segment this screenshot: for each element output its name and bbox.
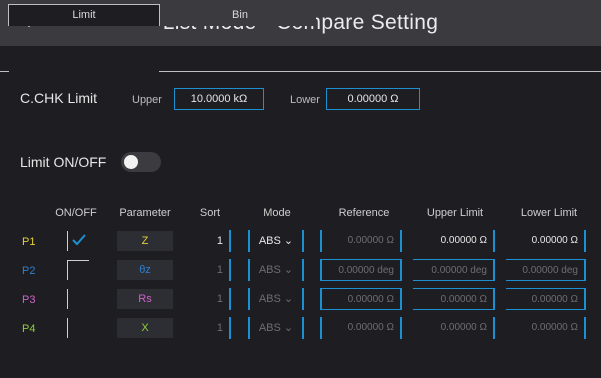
- limit-onoff-label: Limit ON/OFF: [20, 154, 107, 170]
- cchk-lower-label: Lower: [290, 94, 320, 106]
- row-parameter[interactable]: X: [117, 318, 173, 338]
- row-reference[interactable]: 0.00000 Ω: [320, 230, 402, 252]
- tab-limit[interactable]: Limit: [8, 4, 160, 26]
- row-lower-limit[interactable]: 0.00000 Ω: [506, 317, 586, 339]
- cchk-lower-field[interactable]: 0.00000 Ω: [326, 88, 420, 110]
- chevron-down-icon: ⌄: [283, 322, 294, 334]
- row-parameter[interactable]: Rs: [117, 289, 173, 309]
- row-mode-select[interactable]: ABS ⌄: [248, 317, 304, 339]
- row-upper-limit[interactable]: 0.00000 Ω: [413, 317, 495, 339]
- header-reference: Reference: [338, 207, 390, 219]
- row-sort[interactable]: 1: [187, 288, 231, 310]
- row-mode-select[interactable]: ABS ⌄: [248, 259, 304, 281]
- row-reference[interactable]: 0.00000 deg: [320, 259, 402, 281]
- row-onoff-checkbox[interactable]: [67, 318, 89, 338]
- row-mode-value: ABS: [258, 235, 281, 247]
- row-mode-select[interactable]: ABS ⌄: [248, 230, 304, 252]
- chevron-down-icon: ⌄: [283, 264, 294, 276]
- limit-onoff-toggle[interactable]: [121, 152, 161, 172]
- row-upper-limit[interactable]: 0.00000 Ω: [413, 230, 495, 252]
- row-mode-select[interactable]: ABS ⌄: [248, 288, 304, 310]
- header-mode: Mode: [263, 207, 291, 219]
- chevron-down-icon: ⌄: [283, 235, 294, 247]
- header-lower-limit: Lower Limit: [520, 207, 578, 219]
- header-upper-limit: Upper Limit: [426, 207, 484, 219]
- row-parameter[interactable]: θz: [117, 260, 173, 280]
- row-reference[interactable]: 0.00000 Ω: [320, 288, 402, 310]
- header-onoff: ON/OFF: [55, 207, 97, 219]
- row-onoff-checkbox[interactable]: [67, 231, 89, 251]
- chevron-down-icon: ⌄: [283, 293, 294, 305]
- row-mode-value: ABS: [258, 322, 281, 334]
- header-sort: Sort: [199, 207, 221, 219]
- row-upper-limit[interactable]: 0.00000 Ω: [413, 288, 495, 310]
- row-upper-limit[interactable]: 0.00000 deg: [413, 259, 495, 281]
- row-mode-value: ABS: [258, 264, 281, 276]
- row-name: P1: [22, 236, 36, 248]
- cchk-limit-label: C.CHK Limit: [20, 90, 98, 106]
- row-onoff-checkbox[interactable]: [67, 260, 89, 280]
- row-name: P2: [22, 265, 36, 277]
- row-sort[interactable]: 1: [187, 230, 231, 252]
- row-parameter[interactable]: Z: [117, 231, 173, 251]
- tab-bar: [0, 46, 601, 72]
- row-sort[interactable]: 1: [187, 259, 231, 281]
- tab-divider-gap: [9, 71, 159, 72]
- tab-bin[interactable]: Bin: [164, 4, 316, 26]
- row-reference[interactable]: 0.00000 Ω: [320, 317, 402, 339]
- header-parameter: Parameter: [119, 207, 171, 219]
- row-lower-limit[interactable]: 0.00000 Ω: [506, 230, 586, 252]
- row-name: P4: [22, 323, 36, 335]
- cchk-upper-field[interactable]: 10.0000 kΩ: [174, 88, 264, 110]
- row-lower-limit[interactable]: 0.00000 Ω: [506, 288, 586, 310]
- checkmark-icon: [72, 234, 86, 246]
- row-mode-value: ABS: [258, 293, 281, 305]
- row-name: P3: [22, 294, 36, 306]
- row-onoff-checkbox[interactable]: [67, 289, 89, 309]
- row-lower-limit[interactable]: 0.00000 deg: [506, 259, 586, 281]
- row-sort[interactable]: 1: [187, 317, 231, 339]
- toggle-knob: [124, 155, 138, 169]
- cchk-upper-label: Upper: [132, 94, 162, 106]
